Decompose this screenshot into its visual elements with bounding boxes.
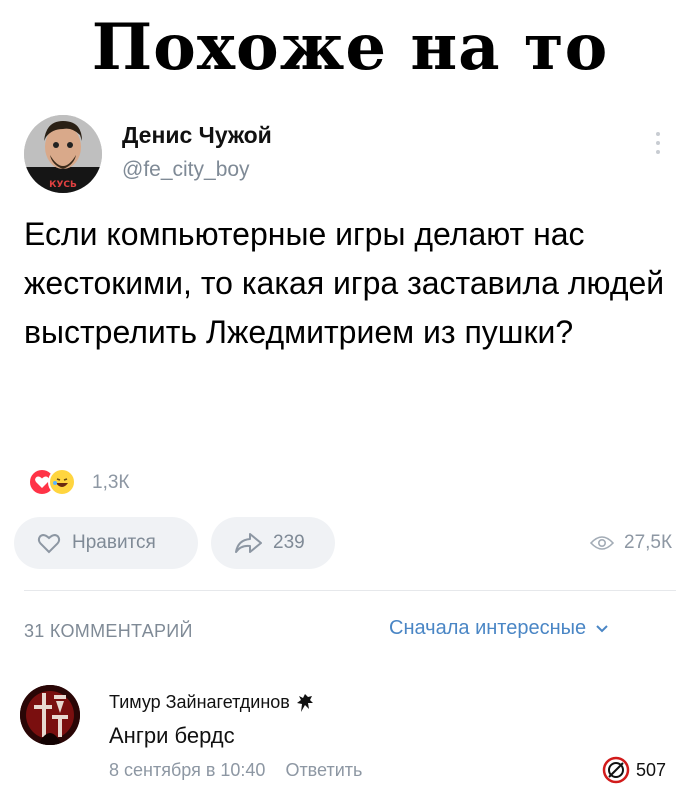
post-author-handle[interactable]: @fe_city_boy: [122, 158, 250, 182]
comment-sort-select[interactable]: Сначала интересные: [389, 617, 608, 640]
laugh-reaction-icon: [48, 468, 76, 496]
post-author-name[interactable]: Денис Чужой: [122, 122, 272, 149]
comment-meta: 8 сентября в 10:40 Ответить: [109, 760, 362, 781]
comment-author-name: Тимур Зайнагетдинов: [109, 692, 290, 712]
comments-count: 31 КОММЕНТАРИЙ: [24, 621, 193, 641]
heart-outline-icon: [37, 534, 61, 554]
sort-label: Сначала интересные: [389, 617, 587, 639]
meme-caption: Похоже на то: [91, 10, 609, 85]
views-counter: 27,5К: [590, 532, 672, 554]
team-badge-icon: [296, 693, 313, 712]
post-text: Если компьютерные игры делают нас жесток…: [24, 216, 665, 350]
reaction-count: 1,3К: [92, 472, 130, 493]
share-count: 239: [273, 532, 305, 553]
chevron-down-icon: [596, 624, 608, 632]
kebab-menu-icon[interactable]: [648, 132, 668, 166]
comment-likes-count: 507: [636, 759, 667, 780]
avatar-image: КУСЬ: [24, 115, 102, 193]
comment-date: 8 сентября в 10:40: [109, 760, 266, 780]
like-label: Нравится: [72, 532, 156, 553]
comment-author[interactable]: Тимур Зайнагетдинов: [109, 692, 314, 713]
comment-author-avatar[interactable]: [20, 685, 80, 745]
avatar-shirt-text: КУСЬ: [49, 180, 77, 190]
share-button[interactable]: 239: [211, 517, 335, 569]
share-arrow-icon: [235, 533, 262, 553]
eye-icon: [590, 536, 614, 550]
views-count: 27,5К: [624, 532, 673, 553]
like-button[interactable]: Нравится: [14, 517, 198, 569]
comment-likes[interactable]: 507: [602, 756, 666, 784]
author-avatar[interactable]: КУСЬ: [24, 115, 102, 193]
comment-text: Ангри бердс: [109, 723, 235, 748]
comment-avatar-image: [20, 685, 80, 745]
reply-button[interactable]: Ответить: [285, 760, 362, 781]
ban-badge-icon: [602, 756, 630, 784]
divider: [24, 590, 676, 591]
